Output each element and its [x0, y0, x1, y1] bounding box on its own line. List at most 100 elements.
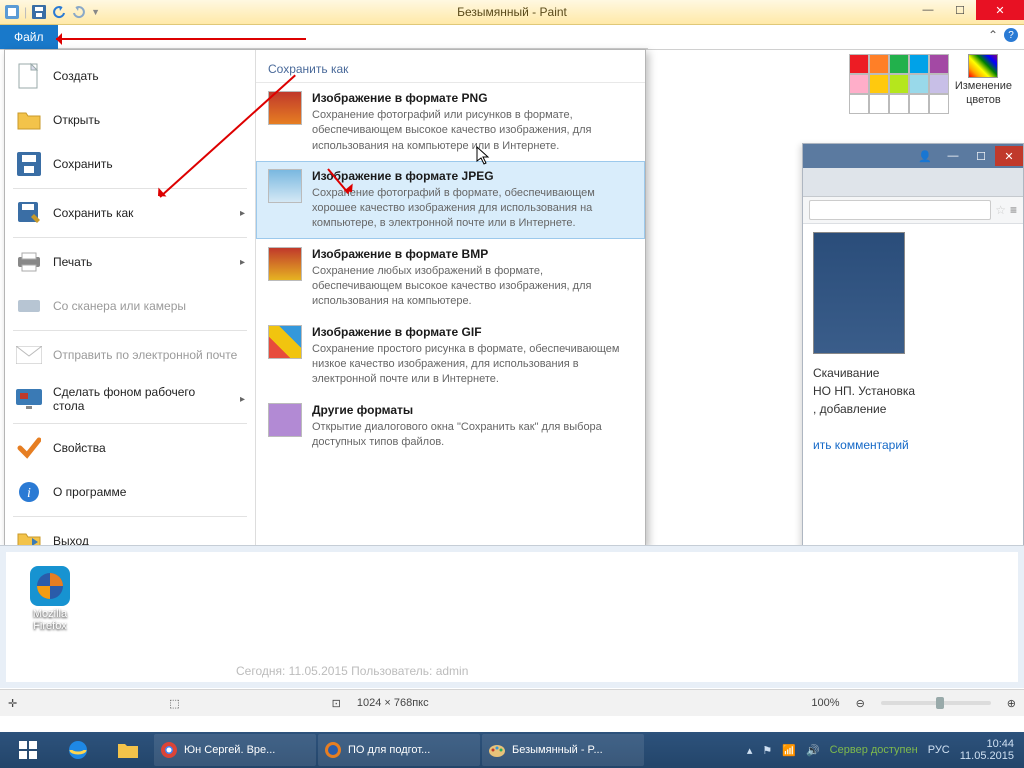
bmp-thumb-icon [268, 247, 302, 281]
minimize-button[interactable]: — [912, 0, 944, 20]
menu-scanner: Со сканера или камеры [5, 284, 255, 328]
tray-network-icon[interactable]: 📶 [782, 744, 796, 757]
browser-maximize-button[interactable]: ☐ [967, 146, 995, 166]
format-gif[interactable]: Изображение в формате GIFСохранение прос… [256, 317, 645, 395]
new-file-icon [15, 62, 43, 90]
taskbar-explorer[interactable] [104, 734, 152, 766]
footer-user-text: Сегодня: 11.05.2015 Пользователь: admin [236, 664, 1008, 678]
edit-colors-button[interactable]: Изменение цветов [955, 54, 1012, 106]
browser-text1: Скачивание [813, 364, 1013, 382]
comment-link[interactable]: ить комментарий [813, 438, 909, 452]
paint-window: | ▼ Безымянный - Paint — ☐ ✕ Файл ⌃ ? [0, 0, 1024, 716]
save-as-submenu: Сохранить как Изображение в формате PNGС… [256, 50, 645, 545]
browser-text3: , добавление [813, 400, 1013, 418]
browser-close-button[interactable]: ✕ [995, 146, 1023, 166]
menu-email: Отправить по электронной почте [5, 333, 255, 377]
info-icon: i [15, 478, 43, 506]
tray-time[interactable]: 10:44 [986, 738, 1014, 750]
title-bar: | ▼ Безымянный - Paint — ☐ ✕ [0, 0, 1024, 25]
color-palette: Изменение цветов [849, 54, 1012, 112]
zoom-slider[interactable] [881, 701, 991, 705]
format-png[interactable]: Изображение в формате PNGСохранение фото… [256, 83, 645, 161]
system-tray: ▴ ⚑ 📶 🔊 Сервер доступен РУС 10:44 11.05.… [747, 738, 1020, 762]
printer-icon [15, 248, 43, 276]
app-icon [4, 4, 20, 20]
browser-user-icon[interactable]: 👤 [911, 146, 939, 166]
collapse-ribbon-icon[interactable]: ⌃ [988, 28, 998, 42]
menu-save-as[interactable]: Сохранить как [5, 191, 255, 235]
tray-date[interactable]: 11.05.2015 [960, 750, 1014, 762]
open-folder-icon [15, 106, 43, 134]
browser-minimize-button[interactable]: — [939, 146, 967, 166]
taskbar-firefox[interactable]: ПО для подгот... [318, 734, 480, 766]
save-as-header: Сохранить как [256, 56, 645, 83]
color-swatches[interactable] [849, 54, 947, 112]
format-other[interactable]: Другие форматыОткрытие диалогового окна … [256, 395, 645, 458]
tray-volume-icon[interactable]: 🔊 [806, 744, 820, 757]
edit-colors-label1: Изменение [955, 80, 1012, 92]
redo-icon[interactable] [71, 4, 87, 20]
bookmark-star-icon[interactable]: ☆ [995, 203, 1006, 217]
taskbar-ie[interactable] [54, 734, 102, 766]
color-wheel-icon [968, 54, 998, 78]
firefox-desktop-icon[interactable]: Mozilla Firefox [18, 566, 82, 632]
close-button[interactable]: ✕ [976, 0, 1024, 20]
file-tab[interactable]: Файл [0, 25, 58, 49]
menu-create[interactable]: Создать [5, 54, 255, 98]
zoom-label: 100% [811, 697, 839, 709]
scanner-icon [15, 292, 43, 320]
window-controls: — ☐ ✕ [912, 0, 1024, 20]
quick-access-toolbar: | ▼ [0, 4, 100, 20]
taskbar-paint[interactable]: Безымянный - P... [482, 734, 644, 766]
tray-lang[interactable]: РУС [928, 744, 950, 756]
edit-colors-label2: цветов [966, 94, 1001, 106]
server-status: Сервер доступен [830, 744, 918, 756]
taskbar-chrome[interactable]: Юн Сергей. Вре... [154, 734, 316, 766]
desktop-icon [15, 385, 43, 413]
selection-icon: ⬚ [169, 697, 179, 710]
tray-flag-icon[interactable]: ⚑ [762, 744, 772, 757]
gif-thumb-icon [268, 325, 302, 359]
other-thumb-icon [268, 403, 302, 437]
checkmark-icon [15, 434, 43, 462]
undo-icon[interactable] [51, 4, 67, 20]
menu-about[interactable]: i О программе [5, 470, 255, 514]
tray-up-icon[interactable]: ▴ [747, 744, 753, 757]
paint-canvas-area: Mozilla Firefox Уведомления Печа Запуск … [0, 545, 1024, 688]
browser-address-bar[interactable] [809, 200, 991, 220]
paint-task-icon [488, 741, 506, 759]
start-button[interactable] [4, 734, 52, 766]
menu-save[interactable]: Сохранить [5, 142, 255, 186]
window-title: Безымянный - Paint [0, 5, 1024, 19]
svg-text:i: i [27, 486, 31, 501]
status-bar: ✛ ⬚ ⊡ 1024 × 768пкс 100% ⊖ ⊕ [0, 689, 1024, 716]
save-disk-icon [15, 150, 43, 178]
save-icon[interactable] [31, 4, 47, 20]
article-thumbnail [813, 232, 905, 354]
canvas-dims: 1024 × 768пкс [357, 697, 429, 709]
cursor-pos-icon: ✛ [8, 697, 17, 710]
firefox-task-icon [324, 741, 342, 759]
qat-dropdown-icon[interactable]: ▼ [91, 7, 100, 17]
menu-wallpaper[interactable]: Сделать фоном рабочего стола [5, 377, 255, 421]
save-as-icon [15, 199, 43, 227]
menu-properties[interactable]: Свойства [5, 426, 255, 470]
canvas-size-icon: ⊡ [332, 697, 341, 710]
help-icon[interactable]: ? [1004, 28, 1018, 42]
chrome-icon [160, 741, 178, 759]
menu-print[interactable]: Печать [5, 240, 255, 284]
browser-menu-icon[interactable]: ≡ [1010, 203, 1017, 217]
file-menu: Создать Открыть Сохранить Сохранить как … [4, 49, 646, 546]
format-bmp[interactable]: Изображение в формате BMPСохранение любы… [256, 239, 645, 317]
zoom-in-button[interactable]: ⊕ [1007, 697, 1016, 710]
browser-text2: НО НП. Установка [813, 382, 1013, 400]
background-browser-window: 👤 — ☐ ✕ ☆ ≡ Скачивание НО НП. Установка … [802, 143, 1024, 565]
envelope-icon [15, 341, 43, 369]
format-jpeg[interactable]: Изображение в формате JPEGСохранение фот… [256, 161, 645, 239]
maximize-button[interactable]: ☐ [944, 0, 976, 20]
taskbar: Юн Сергей. Вре... ПО для подгот... Безым… [0, 732, 1024, 768]
zoom-out-button[interactable]: ⊖ [856, 697, 865, 710]
menu-open[interactable]: Открыть [5, 98, 255, 142]
jpeg-thumb-icon [268, 169, 302, 203]
firefox-icon [30, 566, 70, 606]
